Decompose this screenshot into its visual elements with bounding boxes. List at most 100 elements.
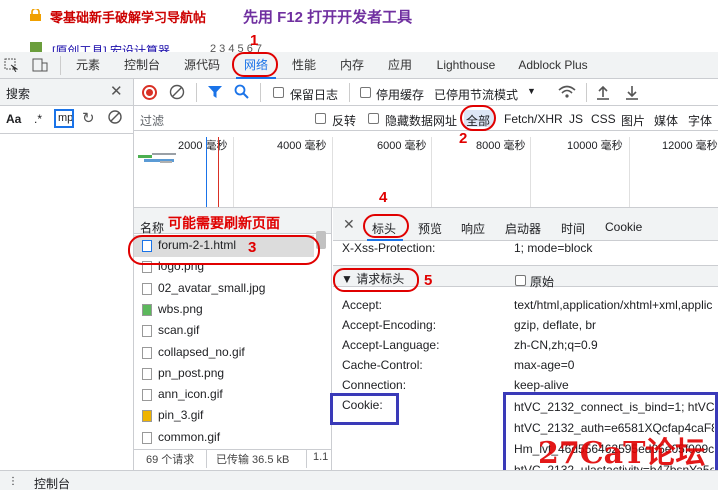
request-name: pin_3.gif [158,408,204,423]
tab-preview[interactable]: 预览 [418,220,442,237]
image-file-icon [142,303,152,316]
tab-elements[interactable]: 元素 [66,52,110,79]
device-toolbar-icon[interactable] [32,58,48,75]
refresh-icon[interactable]: ↻ [82,109,95,127]
import-har-icon[interactable] [596,84,610,103]
close-icon[interactable]: ✕ [343,216,355,233]
gridline [530,137,531,207]
tab-cookies[interactable]: Cookie [605,220,642,234]
image-file-icon [142,389,152,402]
clear-icon[interactable] [108,110,122,127]
type-filter-xhr[interactable]: Fetch/XHR [504,112,563,126]
load-event-line [218,137,219,207]
cookie-value-line: htVC_2132_connect_is_bind=1; htVC_2 [514,400,714,414]
divider [206,450,207,468]
drawer-tab-console[interactable]: 控制台 [34,475,70,490]
header-key: Accept: [342,298,383,312]
hide-data-urls-checkbox[interactable] [368,113,379,124]
annotation-3: 3 [248,239,257,256]
close-icon[interactable]: ✕ [110,82,123,100]
tab-memory[interactable]: 内存 [332,52,372,79]
divider [196,83,197,102]
tab-lighthouse[interactable]: Lighthouse [428,52,504,79]
inspect-icon[interactable] [4,58,19,75]
page-title[interactable]: 零基础新手破解学习导航帖 [50,7,206,26]
timeline-overview[interactable]: 2000 毫秒 4000 毫秒 6000 毫秒 8000 毫秒 10000 毫秒… [134,131,718,208]
type-filter-media[interactable]: 媒体 [654,112,678,129]
disable-cache-checkbox[interactable] [360,87,371,98]
request-bar [160,161,172,163]
section-highlight [333,268,419,292]
list-item[interactable]: common.gif [134,427,314,449]
list-item[interactable]: collapsed_no.gif [134,342,314,364]
record-icon[interactable] [142,85,157,100]
throttle-select[interactable]: 已停用节流模式 [434,86,518,103]
list-item[interactable]: wbs.png [134,299,314,321]
request-bar [152,153,176,155]
tab-response[interactable]: 响应 [461,220,485,237]
preserve-log-checkbox[interactable] [273,87,284,98]
tab-adblock-plus[interactable]: Adblock Plus [512,52,594,79]
list-item[interactable]: ann_icon.gif [134,384,314,406]
tab-initiator[interactable]: 启动器 [505,220,541,237]
tab-sources[interactable]: 源代码 [176,52,228,79]
gridline [629,137,630,207]
hide-data-urls-label: 隐藏数据网址 [385,114,458,128]
export-har-icon[interactable] [625,84,639,103]
header-key: Accept-Encoding: [342,318,437,332]
divider [0,133,133,134]
header-value: 1; mode=block [514,241,593,255]
list-item[interactable]: 02_avatar_small.jpg [134,278,314,300]
image-file-icon [142,282,152,295]
filter-icon[interactable] [208,85,222,102]
invert-checkbox[interactable] [315,113,326,124]
regex-toggle[interactable]: .* [34,112,42,126]
details-panel: ✕ 标头 预览 响应 启动器 时间 Cookie 4 X-Xss-Protect… [330,189,718,490]
header-key: X-Xss-Protection: [342,241,436,255]
gridline [233,137,234,207]
refresh-note: 可能需要刷新页面 [168,215,280,231]
tab-timing[interactable]: 时间 [561,220,585,237]
search-title: 搜索 [6,87,31,101]
transferred-size: 已传输 36.5 kB [216,454,290,466]
match-case-toggle[interactable]: Aa [6,112,21,126]
chevron-down-icon[interactable]: ▼ [527,86,536,96]
all-filter-highlight [460,105,496,131]
network-tab-highlight [232,52,278,77]
type-filter-font[interactable]: 字体 [688,112,712,129]
gridline [332,137,333,207]
tab-console[interactable]: 控制台 [116,52,168,79]
search-input[interactable]: mp [54,109,74,128]
list-item[interactable]: pin_3.gif [134,405,314,427]
tick-label: 12000 毫秒 [662,140,718,152]
type-filter-css[interactable]: CSS [591,112,616,126]
tab-performance[interactable]: 性能 [284,52,324,79]
clear-log-icon[interactable] [169,84,185,103]
raw-checkbox[interactable] [515,275,526,286]
list-item[interactable]: scan.gif [134,320,314,342]
request-count: 69 个请求 [146,454,195,466]
request-bar [138,155,152,158]
request-name: ann_icon.gif [158,387,223,402]
column-name[interactable]: 名称 [140,219,164,236]
filter-input[interactable]: 过滤 [140,112,164,129]
invert-label: 反转 [332,114,357,128]
image-file-icon [142,431,152,444]
type-filter-img[interactable]: 图片 [621,112,645,129]
annotation-5: 5 [424,272,433,289]
tab-application[interactable]: 应用 [380,52,420,79]
tick-label: 8000 毫秒 [476,140,526,152]
type-filter-js[interactable]: JS [569,112,583,126]
search-icon[interactable] [234,84,249,102]
lock-icon [30,7,41,21]
list-item[interactable]: pn_post.png [134,363,314,385]
annotation-2: 2 [459,130,468,147]
divider [260,83,261,102]
request-highlight [128,235,320,265]
divider [586,83,587,102]
network-conditions-icon[interactable] [558,85,576,102]
headers-tab-highlight [363,214,409,238]
cookie-key-highlight [330,393,399,425]
kebab-icon[interactable]: ⋮ [8,476,18,487]
divider [60,56,61,75]
